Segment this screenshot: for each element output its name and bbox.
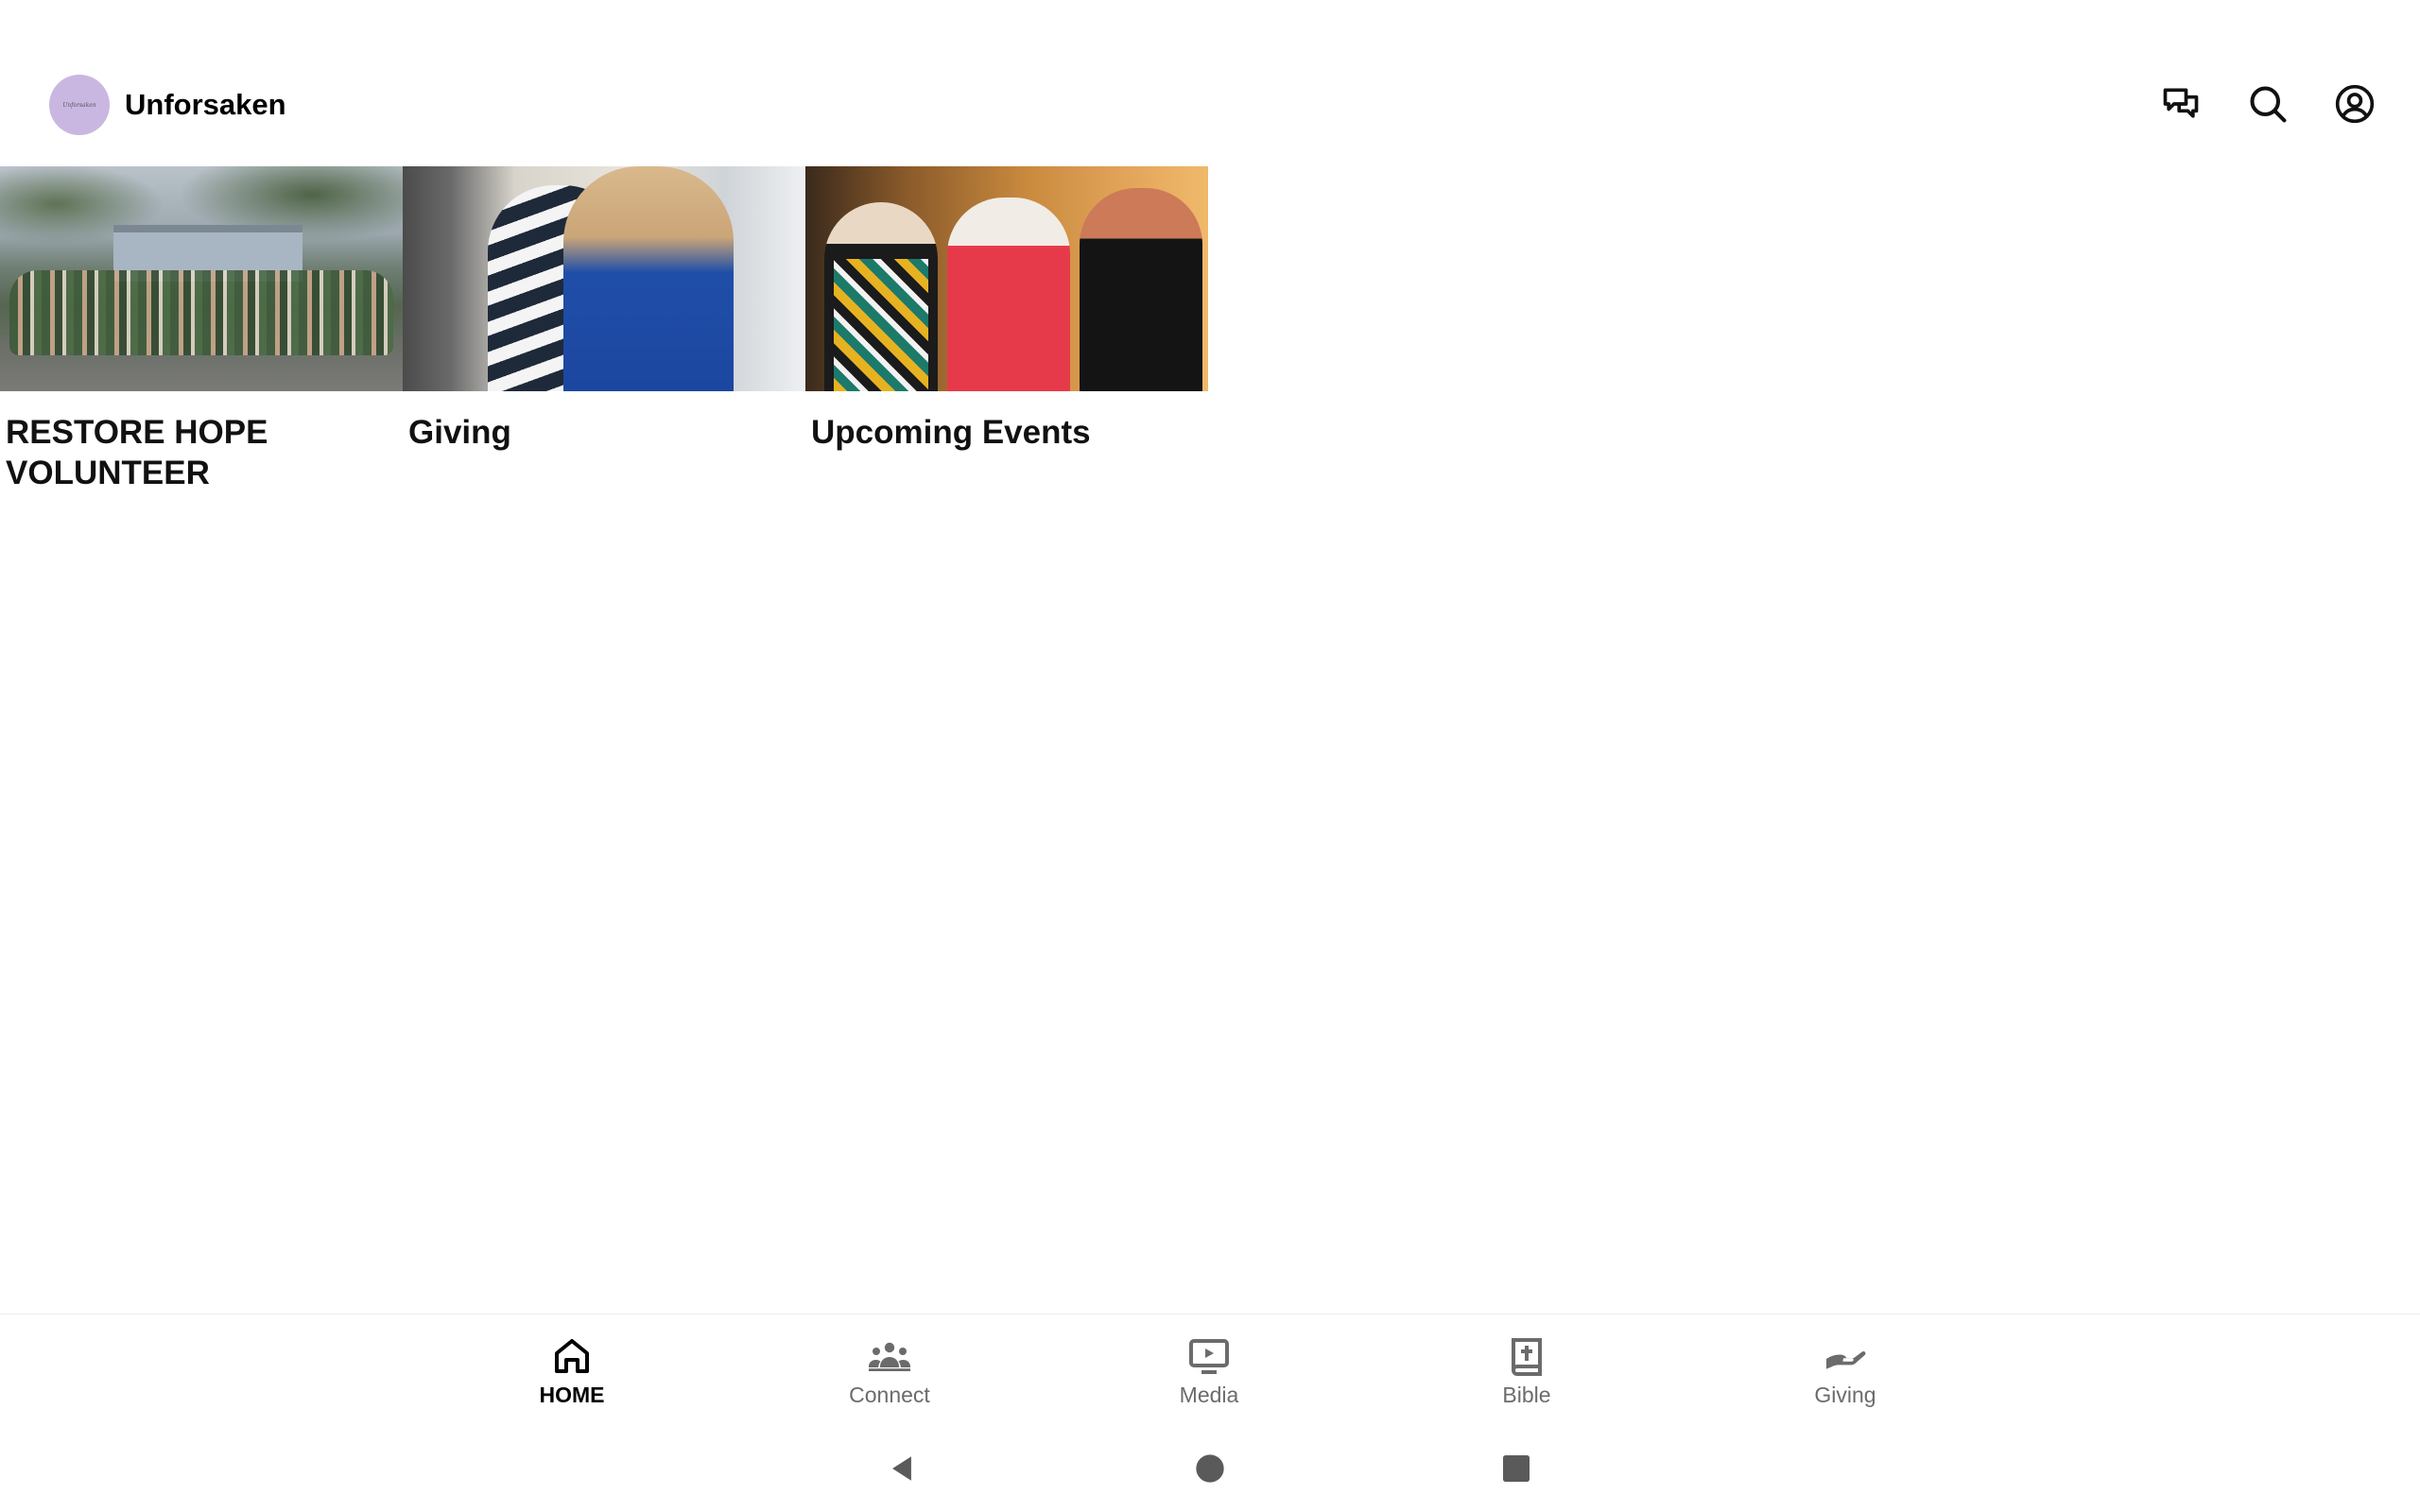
nav-item-home[interactable]: HOME [477, 1333, 666, 1408]
nav-label-bible: Bible [1502, 1383, 1551, 1407]
nav-item-bible[interactable]: Bible [1432, 1333, 1621, 1408]
people-group-icon [869, 1342, 910, 1371]
home-circle-icon [1196, 1454, 1224, 1483]
card-restore-hope-volunteer[interactable]: RESTORE HOPE VOLUNTEER [0, 166, 403, 493]
system-home-button[interactable] [1189, 1448, 1231, 1489]
chat-bubbles-icon [2163, 88, 2199, 118]
card-giving[interactable]: Giving [403, 166, 805, 493]
system-recents-button[interactable] [1495, 1448, 1537, 1489]
volunteer-group-photo [0, 166, 403, 391]
tv-play-icon [1189, 1339, 1229, 1374]
app-title: Unforsaken [125, 88, 286, 121]
nav-label-media: Media [1179, 1383, 1239, 1407]
system-back-button[interactable] [881, 1448, 923, 1489]
card-title: Giving [408, 414, 511, 451]
nav-item-connect[interactable]: Connect [795, 1333, 984, 1408]
back-triangle-icon [892, 1456, 911, 1481]
hug-photo [403, 166, 805, 391]
card-title: RESTORE HOPE VOLUNTEER [6, 414, 268, 491]
bottom-navigation: HOME Connect Media Bible Giving [0, 1314, 2420, 1425]
card-title: Upcoming Events [811, 414, 1091, 451]
search-button[interactable] [2247, 83, 2289, 125]
nav-item-media[interactable]: Media [1115, 1333, 1304, 1408]
home-icon [555, 1339, 589, 1373]
brand[interactable]: Unforsaken Unforsaken [49, 75, 286, 135]
profile-button[interactable] [2334, 83, 2376, 125]
messages-button[interactable] [2160, 83, 2202, 125]
card-upcoming-events[interactable]: Upcoming Events [805, 166, 1208, 493]
bible-book-icon [1512, 1338, 1542, 1376]
recents-square-icon [1503, 1455, 1530, 1482]
nav-label-home: HOME [539, 1383, 605, 1407]
system-navigation-bar [0, 1425, 2420, 1512]
nav-label-giving: Giving [1814, 1383, 1876, 1407]
hand-giving-icon [1826, 1350, 1866, 1369]
top-actions [2160, 83, 2376, 125]
content-cards: RESTORE HOPE VOLUNTEER Giving Upcoming E… [0, 166, 1208, 493]
account-circle-icon [2335, 84, 2375, 124]
nav-label-connect: Connect [849, 1383, 930, 1407]
brand-logo: Unforsaken [49, 75, 110, 135]
nav-item-giving[interactable]: Giving [1751, 1333, 1940, 1408]
women-smiling-photo [805, 166, 1208, 391]
search-icon [2250, 86, 2287, 123]
app-bar: Unforsaken Unforsaken [0, 0, 2420, 166]
